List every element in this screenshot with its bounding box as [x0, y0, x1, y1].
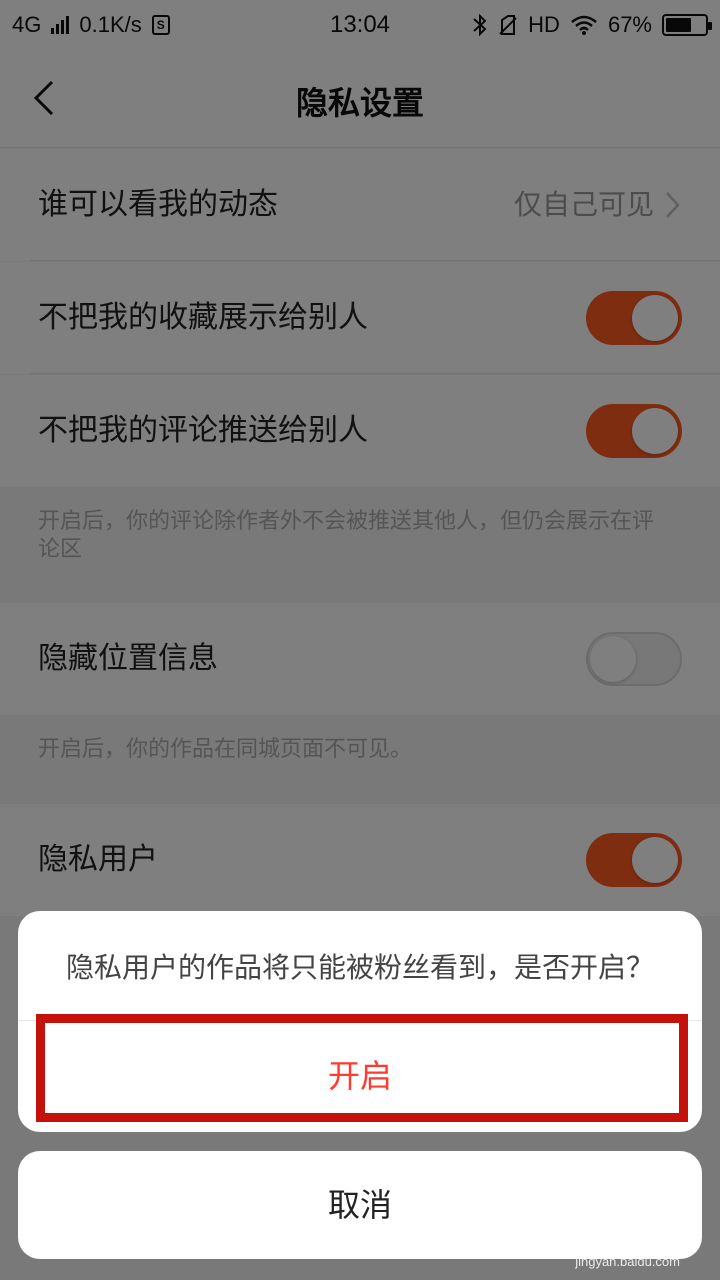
baidu-watermark: Bai 经验 jingyan.baidu.com: [559, 1212, 680, 1269]
watermark-main: Bai 经验: [558, 1221, 680, 1254]
watermark-sub: jingyan.baidu.com: [575, 1254, 680, 1269]
highlight-box: [36, 1014, 688, 1122]
dialog-message: 隐私用户的作品将只能被粉丝看到，是否开启？: [18, 911, 702, 1021]
